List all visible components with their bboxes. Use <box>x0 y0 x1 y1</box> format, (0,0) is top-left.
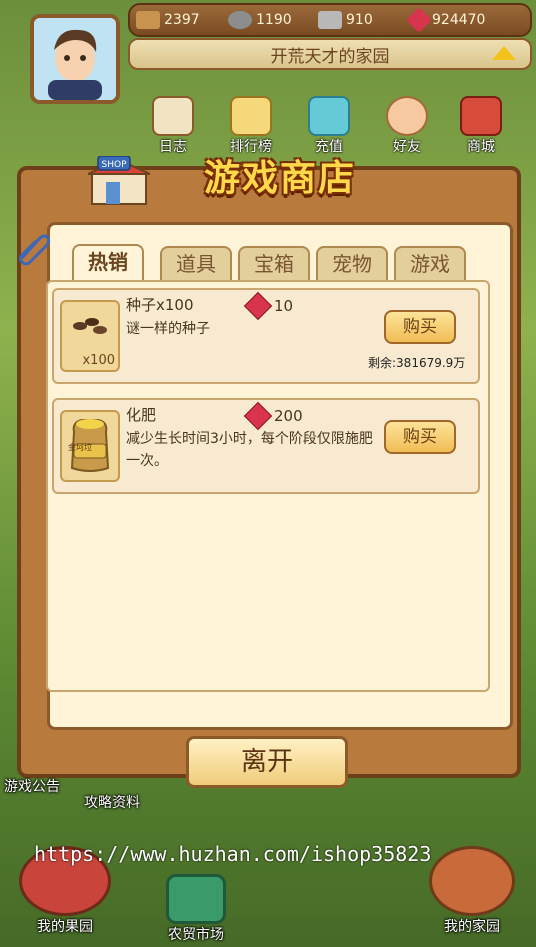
seeds-name: 种子x100 <box>126 296 194 314</box>
fertilizer-price-value: 200 <box>274 407 303 425</box>
seeds-price-value: 10 <box>274 297 294 315</box>
seeds-thumbnail: x100 <box>60 300 120 372</box>
nav-mall-label: 商城 <box>467 139 495 155</box>
buy-fertilizer-button[interactable]: 购买 <box>384 420 456 454</box>
resource-iron: 910 <box>318 5 373 35</box>
list-item-seeds: x100 种子x100 10 谜一样的种子 购买 剩余:381679.9万 <box>52 288 480 384</box>
tab-chests-label: 宝箱 <box>254 252 294 276</box>
tab-games-label: 游戏 <box>410 252 450 276</box>
buy-seeds-button[interactable]: 购买 <box>384 310 456 344</box>
player-avatar[interactable] <box>30 14 120 104</box>
gem-count: 924470 <box>432 12 486 28</box>
fertilizer-thumbnail: 金坷垃 <box>60 410 120 482</box>
tab-items-label: 道具 <box>176 252 216 276</box>
tab-hot-label: 热销 <box>88 250 128 274</box>
shop-title: 游戏商店 <box>203 158 356 199</box>
tab-pets-label: 宠物 <box>332 252 372 276</box>
seed-icon <box>73 318 107 334</box>
my-home-button[interactable]: 我的家园 <box>420 846 524 936</box>
stone-count: 1190 <box>256 12 292 28</box>
gem-icon <box>243 291 273 321</box>
resource-gem: 924470 <box>406 5 486 35</box>
fertilizer-description: 减少生长时间3小时，每个阶段仅限施肥一次。 <box>126 431 373 469</box>
home-house-icon <box>429 846 515 916</box>
resource-bar: 2397 1190 910 924470 <box>128 3 532 37</box>
nav-friends-button[interactable]: 好友 <box>372 96 442 156</box>
resource-wood: 2397 <box>136 5 200 35</box>
top-nav: 日志 排行榜 充值 好友 商城 <box>138 96 522 156</box>
tab-games[interactable]: 游戏 <box>394 246 466 280</box>
tab-pets[interactable]: 宠物 <box>316 246 388 280</box>
upgrade-arrow-icon[interactable] <box>492 46 516 60</box>
list-item-fertilizer: 金坷垃 化肥 200 减少生长时间3小时，每个阶段仅限施肥一次。 购买 <box>52 398 480 494</box>
friends-icon <box>386 96 428 136</box>
shop-sign-icon: SHOP <box>87 155 151 208</box>
ranking-icon <box>230 96 272 136</box>
fertilizer-bag-label: 金坷垃 <box>68 443 92 452</box>
stone-icon <box>228 11 252 29</box>
tab-items[interactable]: 道具 <box>160 246 232 280</box>
mall-icon <box>460 96 502 136</box>
avatar-portrait-icon <box>34 18 116 100</box>
nav-diary-button[interactable]: 日志 <box>138 96 208 156</box>
resource-stone: 1190 <box>228 5 292 35</box>
fertilizer-price: 200 <box>243 401 303 431</box>
seeds-stock: 剩余:381679.9万 <box>368 356 466 370</box>
my-home-label: 我的家园 <box>444 919 500 935</box>
farm-market-button[interactable]: 农贸市场 <box>156 874 236 944</box>
shop-sign-text: SHOP <box>102 160 128 170</box>
gem-icon <box>406 7 432 33</box>
farm-name: 开荒天才的家园 <box>270 46 390 67</box>
leave-button[interactable]: 离开 <box>186 736 348 788</box>
shop-title-banner: 游戏商店 <box>160 148 400 210</box>
nav-ranking-button[interactable]: 排行榜 <box>216 96 286 156</box>
fertilizer-name: 化肥 <box>126 406 157 424</box>
seeds-description: 谜一样的种子 <box>126 321 210 337</box>
nav-mall-button[interactable]: 商城 <box>446 96 516 156</box>
watermark-text: https://www.huzhan.com/ishop35823 <box>34 842 432 866</box>
seeds-count-badge: x100 <box>82 353 115 368</box>
market-cart-icon <box>166 874 226 924</box>
tab-hot[interactable]: 热销 <box>72 244 144 280</box>
wood-icon <box>136 11 160 29</box>
paperclip-icon <box>12 228 52 268</box>
nav-recharge-button[interactable]: 充值 <box>294 96 364 156</box>
farm-name-bar[interactable]: 开荒天才的家园 <box>128 38 532 70</box>
iron-icon <box>318 11 342 29</box>
my-orchard-label: 我的果园 <box>37 919 93 935</box>
tab-chests[interactable]: 宝箱 <box>238 246 310 280</box>
seeds-price: 10 <box>243 291 294 321</box>
guide-label[interactable]: 攻略资料 <box>84 792 140 812</box>
gem-icon <box>243 401 273 431</box>
iron-count: 910 <box>346 12 373 28</box>
recharge-icon <box>308 96 350 136</box>
diary-icon <box>152 96 194 136</box>
announcement-label[interactable]: 游戏公告 <box>4 776 60 796</box>
farm-market-label: 农贸市场 <box>168 927 224 943</box>
wood-count: 2397 <box>164 12 200 28</box>
